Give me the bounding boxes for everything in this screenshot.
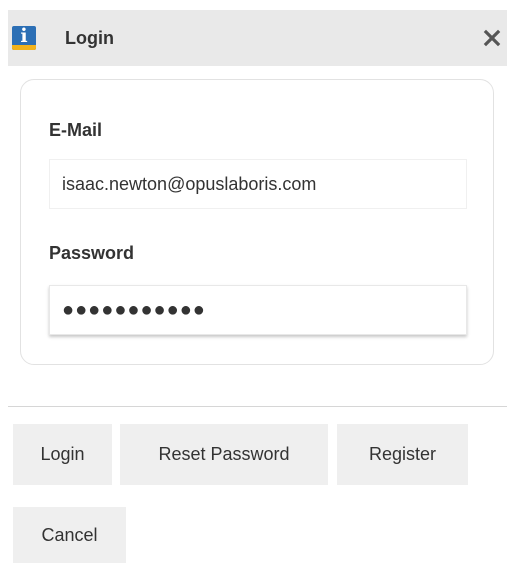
password-field[interactable] <box>49 285 467 335</box>
email-label: E-Mail <box>49 120 103 140</box>
login-button[interactable]: Login <box>13 424 112 485</box>
email-field[interactable] <box>49 159 467 209</box>
login-dialog: i Login E-Mail Password Login Reset Pass… <box>0 0 507 563</box>
divider <box>8 406 507 407</box>
register-button[interactable]: Register <box>337 424 468 485</box>
app-logo-icon: i <box>12 26 36 50</box>
dialog-titlebar: i Login <box>8 10 507 66</box>
login-form-panel: E-Mail Password <box>20 79 494 365</box>
password-label: Password <box>49 243 135 263</box>
dialog-title: Login <box>65 28 114 48</box>
reset-password-button[interactable]: Reset Password <box>120 424 328 485</box>
close-icon[interactable] <box>483 29 501 47</box>
cancel-button[interactable]: Cancel <box>13 507 126 563</box>
